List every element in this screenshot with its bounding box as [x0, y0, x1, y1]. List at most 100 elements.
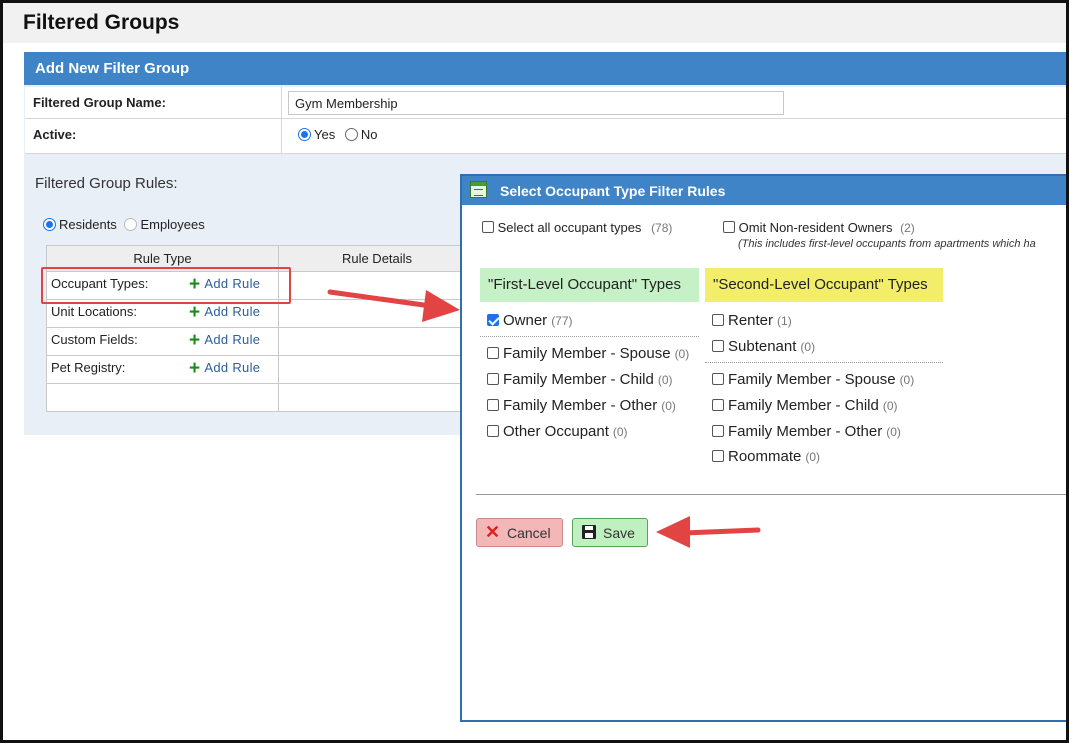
item-checkbox[interactable]	[487, 347, 499, 359]
omit-note: (This includes first-level occupants fro…	[738, 238, 1036, 250]
item-count: (77)	[551, 314, 573, 328]
active-label: Active:	[33, 127, 77, 142]
item-checkbox[interactable]	[487, 373, 499, 385]
item-checkbox[interactable]	[712, 340, 724, 352]
occupant-type-dialog: Select Occupant Type Filter Rules Select…	[460, 174, 1069, 722]
select-all-label[interactable]: Select all occupant types	[498, 220, 642, 235]
second-level-item[interactable]: Family Member - Other (0)	[712, 423, 901, 440]
rule-details-cell	[278, 355, 476, 384]
empty-cell	[278, 383, 476, 412]
select-all-checkbox[interactable]	[482, 221, 494, 233]
active-row: Active: Yes No	[25, 119, 1069, 154]
item-count: (0)	[674, 347, 690, 361]
first-level-item[interactable]: Other Occupant (0)	[487, 423, 628, 440]
item-label[interactable]: Family Member - Other	[503, 397, 657, 414]
item-label[interactable]: Family Member - Spouse	[503, 345, 671, 362]
cancel-label[interactable]: Cancel	[507, 525, 551, 541]
close-icon: ✕	[485, 522, 501, 542]
add-rule-link-pet-registry[interactable]: + Add Rule	[189, 359, 260, 378]
active-yes-radio[interactable]	[298, 128, 311, 141]
omit-checkbox[interactable]	[723, 221, 735, 233]
rule-details-cell	[278, 327, 476, 356]
second-level-item[interactable]: Roommate (0)	[712, 448, 820, 465]
item-count: (0)	[805, 450, 821, 464]
active-yes-label[interactable]: Yes	[314, 127, 335, 142]
first-level-item[interactable]: Family Member - Spouse (0)	[487, 345, 689, 362]
employees-radio[interactable]	[124, 218, 138, 231]
omit-option[interactable]: Omit Non-resident Owners (2)	[723, 220, 915, 235]
item-label[interactable]: Renter	[728, 312, 773, 329]
item-count: (0)	[886, 425, 901, 439]
first-level-item[interactable]: Family Member - Other (0)	[487, 397, 676, 414]
annotation-arrow-right-icon	[327, 289, 460, 322]
add-rule-link-custom-fields[interactable]: + Add Rule	[189, 331, 260, 350]
first-level-item[interactable]: Family Member - Child (0)	[487, 371, 673, 388]
column-header-rule-details: Rule Details	[278, 245, 476, 272]
annotation-arrow-left-icon	[656, 516, 761, 548]
page-header: Filtered Groups	[3, 3, 1066, 43]
plus-icon: +	[189, 302, 201, 323]
group-name-label: Filtered Group Name:	[33, 95, 166, 110]
divider	[705, 362, 943, 363]
group-name-input[interactable]	[288, 91, 784, 115]
save-disk-icon	[582, 525, 596, 539]
item-label[interactable]: Family Member - Child	[728, 397, 879, 414]
item-checkbox[interactable]	[712, 314, 724, 326]
column-divider	[281, 87, 282, 118]
save-button[interactable]: Save	[572, 518, 648, 547]
add-rule-link-unit-locations[interactable]: + Add Rule	[189, 303, 260, 322]
item-label[interactable]: Family Member - Child	[503, 371, 654, 388]
dialog-window-icon	[470, 181, 487, 198]
group-name-row: Filtered Group Name:	[25, 87, 1069, 119]
employees-label[interactable]: Employees	[140, 217, 204, 232]
item-checkbox[interactable]	[487, 399, 499, 411]
second-level-item[interactable]: Family Member - Spouse (0)	[712, 371, 914, 388]
item-checkbox[interactable]	[712, 373, 724, 385]
item-label[interactable]: Family Member - Other	[728, 423, 882, 440]
select-all-count: (78)	[651, 221, 673, 235]
item-count: (1)	[777, 314, 792, 328]
add-rule-label[interactable]: Add Rule	[204, 304, 260, 319]
first-level-item[interactable]: Owner (77)	[487, 312, 573, 329]
plus-icon: +	[189, 330, 201, 351]
owner-checkbox[interactable]	[487, 314, 499, 326]
dialog-header[interactable]: Select Occupant Type Filter Rules	[462, 176, 1069, 205]
second-level-item[interactable]: Renter (1)	[712, 312, 792, 329]
item-checkbox[interactable]	[712, 399, 724, 411]
add-rule-label[interactable]: Add Rule	[204, 360, 260, 375]
table-row: Custom Fields: + Add Rule	[46, 327, 476, 356]
item-count: (0)	[612, 425, 628, 439]
table-row-empty	[46, 383, 476, 412]
item-label[interactable]: Roommate	[728, 448, 801, 465]
divider	[480, 336, 699, 337]
dialog-title: Select Occupant Type Filter Rules	[500, 183, 726, 199]
item-label[interactable]: Other Occupant	[503, 423, 609, 440]
second-level-item[interactable]: Family Member - Child (0)	[712, 397, 898, 414]
plus-icon: +	[189, 358, 201, 379]
add-rule-label[interactable]: Add Rule	[204, 332, 260, 347]
item-checkbox[interactable]	[487, 425, 499, 437]
item-checkbox[interactable]	[712, 425, 724, 437]
item-label[interactable]: Subtenant	[728, 338, 796, 355]
select-all-option[interactable]: Select all occupant types (78)	[482, 220, 672, 235]
item-count: (0)	[899, 373, 915, 387]
omit-label[interactable]: Omit Non-resident Owners	[739, 220, 893, 235]
item-label[interactable]: Family Member - Spouse	[728, 371, 896, 388]
active-no-label[interactable]: No	[361, 127, 378, 142]
active-options: Yes No	[298, 127, 383, 142]
item-count: (0)	[800, 340, 816, 354]
save-label[interactable]: Save	[603, 525, 635, 541]
annotation-highlight-box	[41, 267, 291, 304]
rule-type-label: Unit Locations:	[51, 304, 137, 319]
omit-count: (2)	[900, 221, 915, 235]
item-checkbox[interactable]	[712, 450, 724, 462]
second-level-item[interactable]: Subtenant (0)	[712, 338, 815, 355]
item-label[interactable]: Owner	[503, 312, 547, 329]
dialog-divider	[476, 494, 1069, 495]
rules-title: Filtered Group Rules:	[35, 175, 178, 192]
residents-label[interactable]: Residents	[59, 217, 117, 232]
active-no-radio[interactable]	[344, 128, 358, 141]
residents-radio[interactable]	[43, 218, 56, 231]
item-count: (0)	[657, 373, 673, 387]
cancel-button[interactable]: ✕ Cancel	[476, 518, 563, 547]
